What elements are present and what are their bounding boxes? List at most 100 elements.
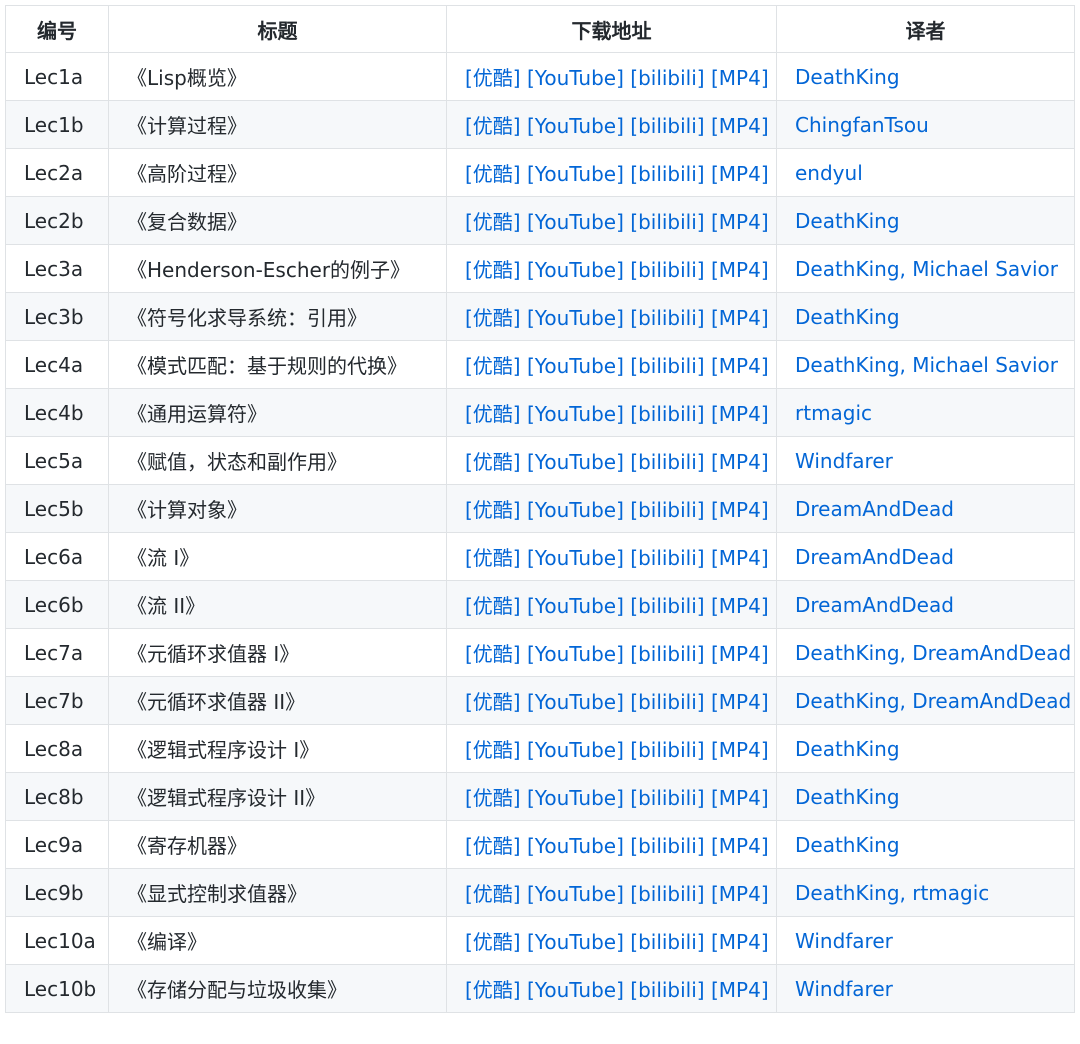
youku-link[interactable]: [优酷] bbox=[465, 498, 521, 522]
youku-link[interactable]: [优酷] bbox=[465, 594, 521, 618]
youtube-link[interactable]: [YouTube] bbox=[527, 930, 624, 954]
bilibili-link[interactable]: [bilibili] bbox=[630, 738, 704, 762]
youku-link[interactable]: [优酷] bbox=[465, 642, 521, 666]
youtube-link[interactable]: [YouTube] bbox=[527, 738, 624, 762]
youku-link[interactable]: [优酷] bbox=[465, 354, 521, 378]
youtube-link[interactable]: [YouTube] bbox=[527, 594, 624, 618]
mp4-link[interactable]: [MP4] bbox=[711, 162, 769, 186]
mp4-link[interactable]: [MP4] bbox=[711, 834, 769, 858]
mp4-link[interactable]: [MP4] bbox=[711, 354, 769, 378]
youku-link[interactable]: [优酷] bbox=[465, 450, 521, 474]
youtube-link[interactable]: [YouTube] bbox=[527, 354, 624, 378]
bilibili-link[interactable]: [bilibili] bbox=[630, 690, 704, 714]
mp4-link[interactable]: [MP4] bbox=[711, 978, 769, 1002]
bilibili-link[interactable]: [bilibili] bbox=[630, 258, 704, 282]
mp4-link[interactable]: [MP4] bbox=[711, 402, 769, 426]
mp4-link[interactable]: [MP4] bbox=[711, 882, 769, 906]
translator-link[interactable]: DeathKing bbox=[795, 785, 900, 809]
bilibili-link[interactable]: [bilibili] bbox=[630, 786, 704, 810]
translator-link[interactable]: DeathKing bbox=[795, 833, 900, 857]
translator-link[interactable]: rtmagic bbox=[795, 401, 872, 425]
translator-link[interactable]: DeathKing, DreamAndDead bbox=[795, 641, 1071, 665]
mp4-link[interactable]: [MP4] bbox=[711, 546, 769, 570]
bilibili-link[interactable]: [bilibili] bbox=[630, 834, 704, 858]
translator-link[interactable]: DeathKing, Michael Savior bbox=[795, 353, 1058, 377]
youtube-link[interactable]: [YouTube] bbox=[527, 786, 624, 810]
youtube-link[interactable]: [YouTube] bbox=[527, 690, 624, 714]
youku-link[interactable]: [优酷] bbox=[465, 690, 521, 714]
youku-link[interactable]: [优酷] bbox=[465, 786, 521, 810]
mp4-link[interactable]: [MP4] bbox=[711, 786, 769, 810]
youtube-link[interactable]: [YouTube] bbox=[527, 882, 624, 906]
bilibili-link[interactable]: [bilibili] bbox=[630, 210, 704, 234]
bilibili-link[interactable]: [bilibili] bbox=[630, 930, 704, 954]
mp4-link[interactable]: [MP4] bbox=[711, 450, 769, 474]
mp4-link[interactable]: [MP4] bbox=[711, 738, 769, 762]
translator-link[interactable]: DeathKing bbox=[795, 65, 900, 89]
bilibili-link[interactable]: [bilibili] bbox=[630, 114, 704, 138]
bilibili-link[interactable]: [bilibili] bbox=[630, 594, 704, 618]
bilibili-link[interactable]: [bilibili] bbox=[630, 354, 704, 378]
translator-link[interactable]: DeathKing bbox=[795, 305, 900, 329]
youtube-link[interactable]: [YouTube] bbox=[527, 114, 624, 138]
bilibili-link[interactable]: [bilibili] bbox=[630, 882, 704, 906]
bilibili-link[interactable]: [bilibili] bbox=[630, 162, 704, 186]
bilibili-link[interactable]: [bilibili] bbox=[630, 66, 704, 90]
youku-link[interactable]: [优酷] bbox=[465, 114, 521, 138]
youtube-link[interactable]: [YouTube] bbox=[527, 546, 624, 570]
youku-link[interactable]: [优酷] bbox=[465, 258, 521, 282]
youtube-link[interactable]: [YouTube] bbox=[527, 66, 624, 90]
youtube-link[interactable]: [YouTube] bbox=[527, 450, 624, 474]
youtube-link[interactable]: [YouTube] bbox=[527, 978, 624, 1002]
mp4-link[interactable]: [MP4] bbox=[711, 690, 769, 714]
youtube-link[interactable]: [YouTube] bbox=[527, 642, 624, 666]
mp4-link[interactable]: [MP4] bbox=[711, 930, 769, 954]
translator-link[interactable]: Windfarer bbox=[795, 929, 893, 953]
bilibili-link[interactable]: [bilibili] bbox=[630, 546, 704, 570]
translator-link[interactable]: DreamAndDead bbox=[795, 545, 954, 569]
mp4-link[interactable]: [MP4] bbox=[711, 210, 769, 234]
youtube-link[interactable]: [YouTube] bbox=[527, 834, 624, 858]
mp4-link[interactable]: [MP4] bbox=[711, 642, 769, 666]
youtube-link[interactable]: [YouTube] bbox=[527, 498, 624, 522]
youku-link[interactable]: [优酷] bbox=[465, 162, 521, 186]
translator-link[interactable]: DeathKing, Michael Savior bbox=[795, 257, 1058, 281]
youku-link[interactable]: [优酷] bbox=[465, 306, 521, 330]
bilibili-link[interactable]: [bilibili] bbox=[630, 306, 704, 330]
youku-link[interactable]: [优酷] bbox=[465, 834, 521, 858]
bilibili-link[interactable]: [bilibili] bbox=[630, 402, 704, 426]
translator-link[interactable]: DeathKing, rtmagic bbox=[795, 881, 989, 905]
youku-link[interactable]: [优酷] bbox=[465, 210, 521, 234]
mp4-link[interactable]: [MP4] bbox=[711, 258, 769, 282]
youku-link[interactable]: [优酷] bbox=[465, 738, 521, 762]
youtube-link[interactable]: [YouTube] bbox=[527, 162, 624, 186]
mp4-link[interactable]: [MP4] bbox=[711, 594, 769, 618]
youtube-link[interactable]: [YouTube] bbox=[527, 210, 624, 234]
mp4-link[interactable]: [MP4] bbox=[711, 66, 769, 90]
youku-link[interactable]: [优酷] bbox=[465, 546, 521, 570]
youku-link[interactable]: [优酷] bbox=[465, 882, 521, 906]
translator-link[interactable]: DeathKing bbox=[795, 737, 900, 761]
bilibili-link[interactable]: [bilibili] bbox=[630, 978, 704, 1002]
bilibili-link[interactable]: [bilibili] bbox=[630, 450, 704, 474]
youku-link[interactable]: [优酷] bbox=[465, 978, 521, 1002]
mp4-link[interactable]: [MP4] bbox=[711, 498, 769, 522]
youku-link[interactable]: [优酷] bbox=[465, 402, 521, 426]
translator-link[interactable]: Windfarer bbox=[795, 977, 893, 1001]
youtube-link[interactable]: [YouTube] bbox=[527, 258, 624, 282]
youtube-link[interactable]: [YouTube] bbox=[527, 306, 624, 330]
translator-link[interactable]: DeathKing, DreamAndDead bbox=[795, 689, 1071, 713]
translator-link[interactable]: Windfarer bbox=[795, 449, 893, 473]
translator-link[interactable]: DreamAndDead bbox=[795, 497, 954, 521]
bilibili-link[interactable]: [bilibili] bbox=[630, 498, 704, 522]
translator-link[interactable]: ChingfanTsou bbox=[795, 113, 929, 137]
mp4-link[interactable]: [MP4] bbox=[711, 114, 769, 138]
youku-link[interactable]: [优酷] bbox=[465, 66, 521, 90]
mp4-link[interactable]: [MP4] bbox=[711, 306, 769, 330]
translator-link[interactable]: DeathKing bbox=[795, 209, 900, 233]
youtube-link[interactable]: [YouTube] bbox=[527, 402, 624, 426]
translator-link[interactable]: DreamAndDead bbox=[795, 593, 954, 617]
translator-link[interactable]: endyul bbox=[795, 161, 863, 185]
bilibili-link[interactable]: [bilibili] bbox=[630, 642, 704, 666]
youku-link[interactable]: [优酷] bbox=[465, 930, 521, 954]
